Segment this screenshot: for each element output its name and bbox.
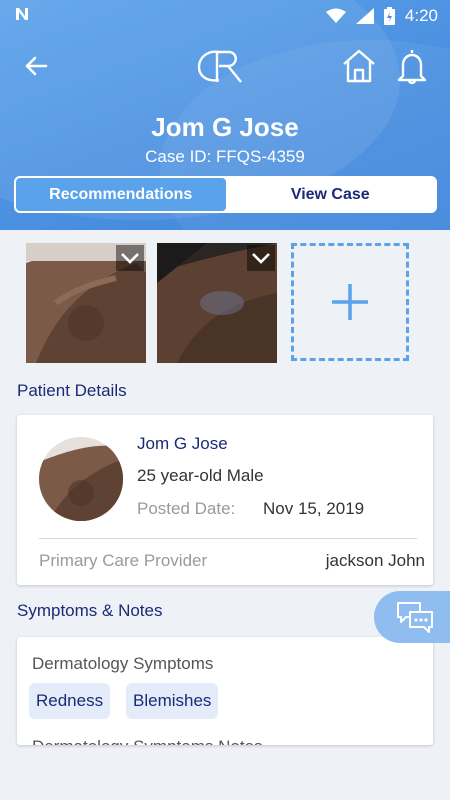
chat-icon xyxy=(397,602,433,633)
case-photo[interactable] xyxy=(26,243,146,363)
tab-view-case[interactable]: View Case xyxy=(226,178,436,211)
home-button[interactable] xyxy=(340,46,378,86)
avatar xyxy=(39,437,123,521)
home-icon xyxy=(343,49,375,83)
case-tabs: Recommendations View Case xyxy=(14,176,437,213)
patient-name-detail: Jom G Jose xyxy=(137,434,228,453)
case-id: Case ID: FFQS-4359 xyxy=(145,147,305,166)
posted-date-label: Posted Date: xyxy=(137,499,236,518)
wifi-icon xyxy=(325,8,346,23)
patient-details-title: Patient Details xyxy=(17,381,127,400)
tab-recommendations[interactable]: Recommendations xyxy=(16,178,226,211)
patient-details-card: Jom G Jose 25 year-old Male Posted Date:… xyxy=(17,415,433,585)
chevron-down-icon xyxy=(252,253,270,264)
photo-menu-button[interactable] xyxy=(247,245,275,271)
symptoms-card: Dermatology Symptoms Redness Blemishes D… xyxy=(17,637,433,745)
divider xyxy=(39,538,417,539)
posted-date-value: Nov 15, 2019 xyxy=(263,499,365,518)
add-photo-button[interactable] xyxy=(291,243,409,361)
symptom-chip: Blemishes xyxy=(126,683,219,719)
arrow-left-icon xyxy=(25,56,48,76)
header: 4:20 Jom G Jose Case ID: FFQS-4359 Recom… xyxy=(0,0,450,230)
app-logo xyxy=(195,46,255,86)
n-icon xyxy=(14,6,30,27)
symptoms-notes-label: Dermatology Symptoms Notes xyxy=(32,737,263,745)
patient-age-gender: 25 year-old Male xyxy=(137,466,264,485)
bell-icon xyxy=(397,50,427,85)
status-time: 4:20 xyxy=(404,6,438,25)
case-photos xyxy=(26,243,426,363)
battery-icon xyxy=(383,7,395,25)
symptoms-title: Symptoms & Notes xyxy=(17,601,163,620)
chat-button[interactable] xyxy=(374,591,450,643)
top-nav xyxy=(0,42,450,92)
photo-menu-button[interactable] xyxy=(116,245,144,271)
chevron-down-icon xyxy=(121,253,139,264)
notifications-button[interactable] xyxy=(394,46,430,86)
pcp-value: jackson John xyxy=(325,551,425,570)
status-bar: 4:20 xyxy=(0,0,450,32)
back-button[interactable] xyxy=(18,48,54,84)
pcp-label: Primary Care Provider xyxy=(39,551,208,570)
symptoms-label: Dermatology Symptoms xyxy=(32,654,214,673)
symptom-chip: Redness xyxy=(29,683,111,719)
plus-icon xyxy=(332,284,368,320)
case-photo[interactable] xyxy=(157,243,277,363)
status-icons: 4:20 xyxy=(325,6,438,26)
signal-icon xyxy=(355,8,374,24)
patient-name: Jom G Jose xyxy=(151,112,299,142)
